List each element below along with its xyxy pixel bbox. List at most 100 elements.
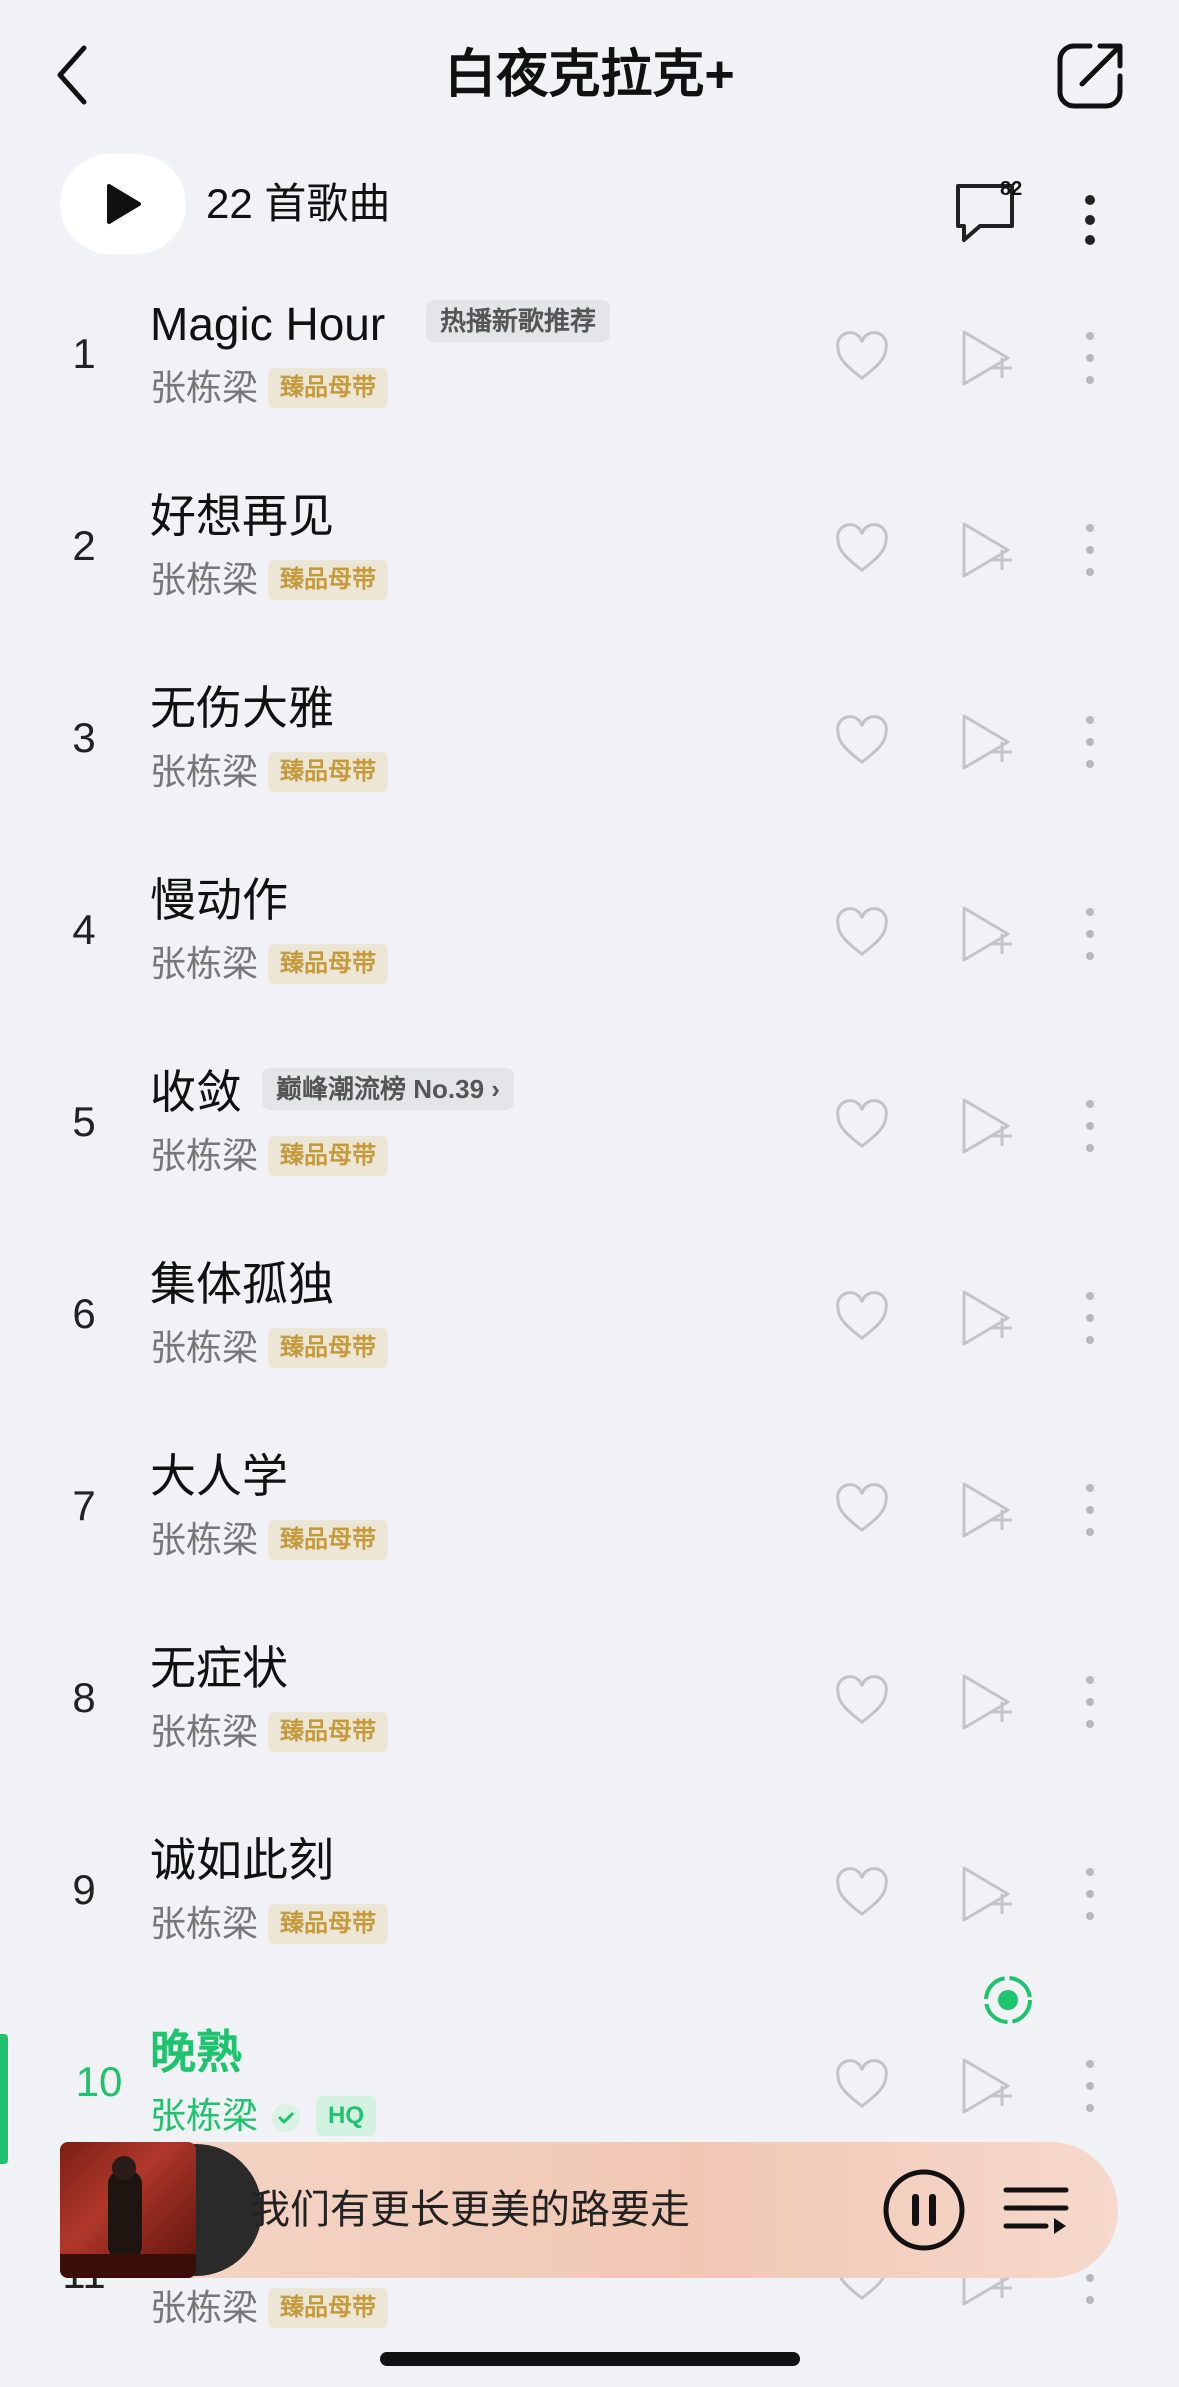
more-icon[interactable]: [1078, 710, 1102, 774]
song-row[interactable]: 7 大人学 张栋梁 臻品母带: [0, 1420, 1179, 1612]
playlist-queue-icon[interactable]: [1002, 2180, 1070, 2240]
more-icon[interactable]: [1078, 1286, 1102, 1350]
track-number: 5: [72, 1098, 96, 1145]
quality-badge: 臻品母带: [268, 752, 388, 792]
quality-badge: 臻品母带: [268, 368, 388, 408]
artist-name: 张栋梁: [150, 2095, 259, 2136]
add-to-playlist-icon[interactable]: [958, 1480, 1014, 1540]
artist-name: 张栋梁: [150, 1711, 259, 1752]
more-icon[interactable]: [1078, 902, 1102, 966]
song-row[interactable]: 8 无症状 张栋梁 臻品母带: [0, 1612, 1179, 1804]
song-row[interactable]: 4 慢动作 张栋梁 臻品母带: [0, 844, 1179, 1036]
artist-name: 张栋梁: [150, 751, 259, 792]
album-cover: [60, 2142, 196, 2278]
quality-badge: 臻品母带: [268, 1712, 388, 1752]
play-all-button[interactable]: [60, 154, 186, 254]
play-all-bar: 22 首歌曲 82: [0, 150, 1179, 260]
locate-current-icon[interactable]: [980, 1972, 1036, 2028]
song-title: 无症状: [150, 1642, 288, 1694]
track-number: 6: [72, 1290, 96, 1337]
artist-name: 张栋梁: [150, 1327, 259, 1368]
track-number: 1: [72, 330, 96, 377]
add-to-playlist-icon[interactable]: [958, 1864, 1014, 1924]
track-number: 7: [72, 1482, 96, 1529]
chart-rank-tag[interactable]: 巅峰潮流榜 No.39 ›: [262, 1068, 514, 1110]
more-icon[interactable]: [1078, 2054, 1102, 2118]
add-to-playlist-icon[interactable]: [958, 328, 1014, 388]
artist-name: 张栋梁: [150, 2287, 259, 2328]
more-icon[interactable]: [1078, 518, 1102, 582]
song-row[interactable]: 3 无伤大雅 张栋梁 臻品母带: [0, 652, 1179, 844]
song-title: 收敛: [150, 1066, 242, 1118]
heart-icon[interactable]: [834, 1290, 890, 1346]
hq-badge: HQ: [316, 2096, 376, 2136]
song-title: 诚如此刻: [150, 1834, 334, 1886]
more-icon[interactable]: [1078, 326, 1102, 390]
heart-icon[interactable]: [834, 2058, 890, 2114]
track-number: 9: [72, 1866, 96, 1913]
more-icon[interactable]: [1078, 1862, 1102, 1926]
quality-badge: 臻品母带: [268, 1904, 388, 1944]
artist-name: 张栋梁: [150, 1135, 259, 1176]
pause-button[interactable]: [882, 2168, 966, 2252]
now-playing-lyric: 我们有更长更美的路要走: [250, 2188, 690, 2232]
song-row[interactable]: 2 好想再见 张栋梁 臻品母带: [0, 460, 1179, 652]
verified-check-icon: [272, 2104, 300, 2132]
song-title: 大人学: [150, 1450, 288, 1502]
more-icon[interactable]: [1078, 1094, 1102, 1158]
more-icon[interactable]: [1070, 190, 1110, 250]
heart-icon[interactable]: [834, 522, 890, 578]
heart-icon[interactable]: [834, 1098, 890, 1154]
now-playing-indicator: [0, 2034, 8, 2164]
add-to-playlist-icon[interactable]: [958, 520, 1014, 580]
heart-icon[interactable]: [834, 1866, 890, 1922]
artist-name: 张栋梁: [150, 1903, 259, 1944]
song-count: 22 首歌曲: [206, 180, 391, 227]
track-number: 8: [72, 1674, 96, 1721]
artist-name: 张栋梁: [150, 943, 259, 984]
home-indicator[interactable]: [380, 2352, 800, 2366]
play-icon: [107, 184, 141, 224]
song-row[interactable]: 1 Magic Hour 热播新歌推荐 张栋梁 臻品母带: [0, 268, 1179, 460]
heart-icon[interactable]: [834, 330, 890, 386]
song-title: 集体孤独: [150, 1258, 334, 1310]
add-to-playlist-icon[interactable]: [958, 904, 1014, 964]
track-number: 4: [72, 906, 96, 953]
add-to-playlist-icon[interactable]: [958, 2056, 1014, 2116]
add-to-playlist-icon[interactable]: [958, 1288, 1014, 1348]
quality-badge: 臻品母带: [268, 1136, 388, 1176]
quality-badge: 臻品母带: [268, 1520, 388, 1560]
comment-count: 82: [1000, 178, 1023, 200]
song-row[interactable]: 6 集体孤独 张栋梁 臻品母带: [0, 1228, 1179, 1420]
top-bar: 白夜克拉克+: [0, 0, 1179, 150]
heart-icon[interactable]: [834, 906, 890, 962]
add-to-playlist-icon[interactable]: [958, 712, 1014, 772]
heart-icon[interactable]: [834, 714, 890, 770]
cover-art-icon: [60, 2156, 196, 2278]
add-to-playlist-icon[interactable]: [958, 1096, 1014, 1156]
song-title: 慢动作: [150, 874, 288, 926]
artist-name: 张栋梁: [150, 1519, 259, 1560]
heart-icon[interactable]: [834, 1482, 890, 1538]
artist-name: 张栋梁: [150, 367, 259, 408]
quality-badge: 臻品母带: [268, 2288, 388, 2328]
add-to-playlist-icon[interactable]: [958, 1672, 1014, 1732]
song-row[interactable]: 9 诚如此刻 张栋梁 臻品母带: [0, 1804, 1179, 1996]
album-art[interactable]: [60, 2142, 262, 2278]
page-title: 白夜克拉克+: [444, 46, 735, 104]
track-number: 3: [72, 714, 96, 761]
quality-badge: 臻品母带: [268, 1328, 388, 1368]
song-row[interactable]: 5 收敛 巅峰潮流榜 No.39 › 张栋梁 臻品母带: [0, 1036, 1179, 1228]
heart-icon[interactable]: [834, 1674, 890, 1730]
song-list: 1 Magic Hour 热播新歌推荐 张栋梁 臻品母带 2 好想再见 张栋梁 …: [0, 268, 1179, 2380]
track-number: 2: [72, 522, 96, 569]
song-title: 好想再见: [150, 490, 334, 542]
more-icon[interactable]: [1078, 1670, 1102, 1734]
artist-name: 张栋梁: [150, 559, 259, 600]
song-title: Magic Hour: [150, 298, 386, 350]
quality-badge: 臻品母带: [268, 560, 388, 600]
song-title: 无伤大雅: [150, 682, 334, 734]
share-icon[interactable]: [1052, 38, 1128, 114]
song-title: 晚熟: [150, 2026, 242, 2078]
more-icon[interactable]: [1078, 1478, 1102, 1542]
